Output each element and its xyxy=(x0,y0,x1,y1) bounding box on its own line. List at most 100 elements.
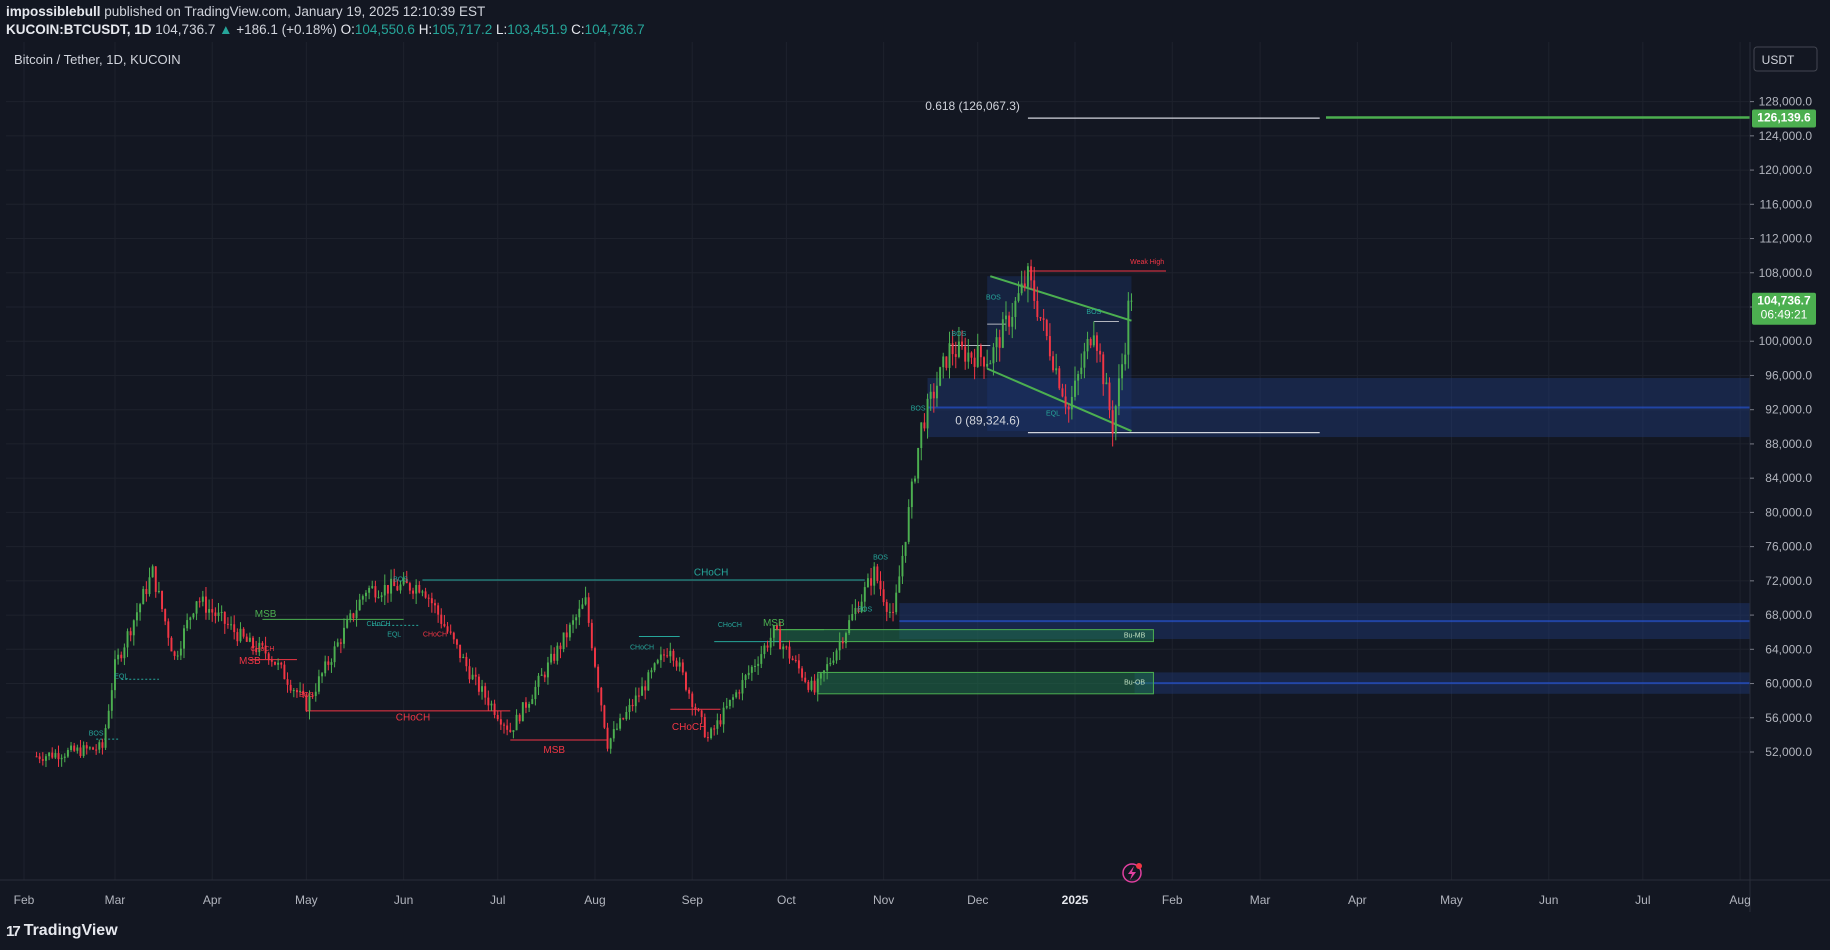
annotation-label: CHoCH xyxy=(630,644,654,651)
candle-body xyxy=(399,584,402,591)
candle-body xyxy=(154,566,157,592)
fib-label: 0.618 (126,067.3) xyxy=(925,99,1020,113)
candle-body xyxy=(819,673,822,679)
candle-body xyxy=(459,644,462,658)
candle-body xyxy=(826,664,829,671)
candle-body xyxy=(656,660,659,664)
candle-body xyxy=(747,672,750,676)
candle-body xyxy=(386,584,389,594)
candle-body xyxy=(920,422,923,448)
candle-body xyxy=(1089,339,1092,346)
candle-body xyxy=(1017,293,1020,301)
price-tick-label: 60,000.0 xyxy=(1765,677,1812,691)
candle-body xyxy=(484,686,487,698)
candle-body xyxy=(935,385,938,399)
candle-body xyxy=(51,752,54,758)
author-name[interactable]: impossiblebull xyxy=(6,4,101,19)
candle-body xyxy=(590,622,593,649)
annotation-label: Bu-MB xyxy=(1124,632,1146,639)
symbol-ohlc-row: KUCOIN:BTCUSDT, 1D 104,736.7 ▲ +186.1 (+… xyxy=(6,22,645,38)
candle-body xyxy=(741,680,744,694)
candle-body xyxy=(546,662,549,678)
candle-body xyxy=(562,632,565,650)
candle-body xyxy=(176,655,179,657)
candle-body xyxy=(870,578,873,586)
candle-body xyxy=(989,363,992,365)
price-tick-label: 128,000.0 xyxy=(1759,95,1813,109)
candle-body xyxy=(63,756,66,758)
time-tick-label: Sep xyxy=(682,893,704,907)
candle-body xyxy=(976,345,979,367)
candle-body xyxy=(788,646,791,659)
candle-body xyxy=(957,341,960,357)
candle-body xyxy=(192,613,195,618)
candle-body xyxy=(286,679,289,685)
candle-body xyxy=(907,507,910,542)
change-arrow-icon: ▲ xyxy=(219,22,233,37)
time-tick-label: Feb xyxy=(1162,893,1183,907)
candle-body xyxy=(995,337,998,348)
last-price-label-text: 06:49:21 xyxy=(1761,308,1808,322)
brand-name: TradingView xyxy=(23,922,118,939)
candle-body xyxy=(499,719,502,725)
candle-body xyxy=(735,692,738,698)
candle-body xyxy=(678,662,681,667)
candle-body xyxy=(1121,364,1124,379)
candle-body xyxy=(719,720,722,725)
candle-body xyxy=(543,674,546,678)
candle-body xyxy=(79,747,82,756)
tradingview-logo-icon: 17 xyxy=(6,922,21,940)
time-tick-label: Jun xyxy=(1539,893,1558,907)
candle-body xyxy=(1036,300,1039,318)
candle-body xyxy=(327,661,330,665)
candle-body xyxy=(653,663,656,671)
time-tick-label: 2025 xyxy=(1062,893,1089,907)
candle-body xyxy=(157,591,160,593)
currency-button[interactable]: USDT xyxy=(1753,46,1818,72)
candle-body xyxy=(161,591,164,610)
tradingview-brand[interactable]: 17 TradingView xyxy=(6,922,118,940)
candle-body xyxy=(233,624,236,633)
candle-body xyxy=(801,668,804,678)
candle-body xyxy=(418,585,421,593)
zone-bu-ob xyxy=(817,671,1154,695)
candle-body xyxy=(179,648,182,656)
price-tick-label: 92,000.0 xyxy=(1765,403,1812,417)
candle-body xyxy=(217,612,220,616)
currency-label: USDT xyxy=(1762,53,1795,67)
candle-body xyxy=(371,586,374,588)
candle-body xyxy=(854,607,857,615)
candle-body xyxy=(948,343,951,368)
candle-body xyxy=(509,729,512,732)
candle-body xyxy=(1042,318,1045,320)
candle-body xyxy=(1008,315,1011,327)
candle-body xyxy=(942,356,945,368)
candle-body xyxy=(242,628,245,637)
candle-body xyxy=(223,611,226,624)
candle-body xyxy=(503,724,505,726)
time-tick-label: Dec xyxy=(967,893,988,907)
candle-body xyxy=(587,597,590,623)
candle-body xyxy=(970,352,973,358)
candle-body xyxy=(866,578,869,588)
candle-body xyxy=(722,707,725,725)
candle-body xyxy=(1064,396,1067,407)
price-tick-label: 80,000.0 xyxy=(1765,505,1812,519)
candle-body xyxy=(292,690,295,692)
time-tick-label: Aug xyxy=(584,893,605,907)
candle-body xyxy=(104,728,107,748)
symbol-name[interactable]: KUCOIN:BTCUSDT, 1D xyxy=(6,22,152,37)
candle-body xyxy=(932,391,935,399)
time-tick-label: Mar xyxy=(105,893,126,907)
candle-body xyxy=(35,756,38,758)
annotation-label: Bu-OB xyxy=(1124,679,1145,686)
price-tick-label: 112,000.0 xyxy=(1760,232,1813,246)
candle-body xyxy=(195,601,198,614)
candle-body xyxy=(468,666,471,680)
candle-body xyxy=(1074,380,1076,397)
candle-body xyxy=(211,609,214,613)
candle-body xyxy=(452,632,455,640)
candle-body xyxy=(170,637,173,652)
candle-body xyxy=(644,686,647,691)
price-chart[interactable]: 0.618 (126,067.3) 0 (89,324.6) CHoCH MSB MS… xyxy=(0,42,1830,912)
